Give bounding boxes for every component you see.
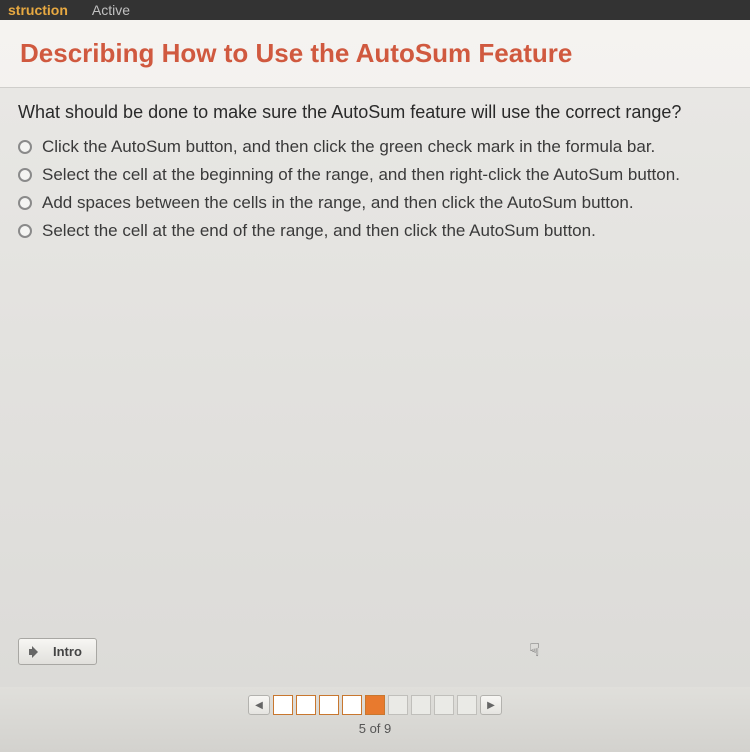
- page-box-1[interactable]: [273, 695, 293, 715]
- page-box-8[interactable]: [434, 695, 454, 715]
- option-1[interactable]: Click the AutoSum button, and then click…: [18, 137, 732, 157]
- page-box-4[interactable]: [342, 695, 362, 715]
- pager-label: 5 of 9: [0, 721, 750, 736]
- option-2[interactable]: Select the cell at the beginning of the …: [18, 165, 732, 185]
- option-label: Select the cell at the end of the range,…: [42, 221, 596, 241]
- radio-icon: [18, 168, 32, 182]
- pager: ◀ ▶ 5 of 9: [0, 687, 750, 752]
- bottom-toolbar: Intro: [18, 638, 97, 665]
- page: Describing How to Use the AutoSum Featur…: [0, 20, 750, 750]
- option-label: Select the cell at the beginning of the …: [42, 165, 680, 185]
- intro-label: Intro: [53, 644, 82, 659]
- page-box-5[interactable]: [365, 695, 385, 715]
- page-title: Describing How to Use the AutoSum Featur…: [0, 38, 750, 87]
- pager-row: ◀ ▶: [0, 695, 750, 715]
- page-box-7[interactable]: [411, 695, 431, 715]
- option-4[interactable]: Select the cell at the end of the range,…: [18, 221, 732, 241]
- speaker-icon: [29, 645, 45, 659]
- tab-active[interactable]: Active: [92, 2, 130, 18]
- radio-icon: [18, 224, 32, 238]
- option-label: Add spaces between the cells in the rang…: [42, 193, 634, 213]
- intro-button[interactable]: Intro: [18, 638, 97, 665]
- radio-icon: [18, 196, 32, 210]
- pointer-cursor-icon: ☟: [529, 640, 540, 661]
- page-box-2[interactable]: [296, 695, 316, 715]
- prev-button[interactable]: ◀: [248, 695, 270, 715]
- radio-icon: [18, 140, 32, 154]
- tab-instruction[interactable]: struction: [8, 2, 68, 18]
- top-tabs: struction Active: [0, 0, 750, 20]
- page-box-3[interactable]: [319, 695, 339, 715]
- question-text: What should be done to make sure the Aut…: [18, 102, 732, 123]
- content-panel: What should be done to make sure the Aut…: [0, 87, 750, 687]
- option-3[interactable]: Add spaces between the cells in the rang…: [18, 193, 732, 213]
- next-button[interactable]: ▶: [480, 695, 502, 715]
- page-box-6[interactable]: [388, 695, 408, 715]
- page-box-9[interactable]: [457, 695, 477, 715]
- option-label: Click the AutoSum button, and then click…: [42, 137, 655, 157]
- options-list: Click the AutoSum button, and then click…: [18, 137, 732, 241]
